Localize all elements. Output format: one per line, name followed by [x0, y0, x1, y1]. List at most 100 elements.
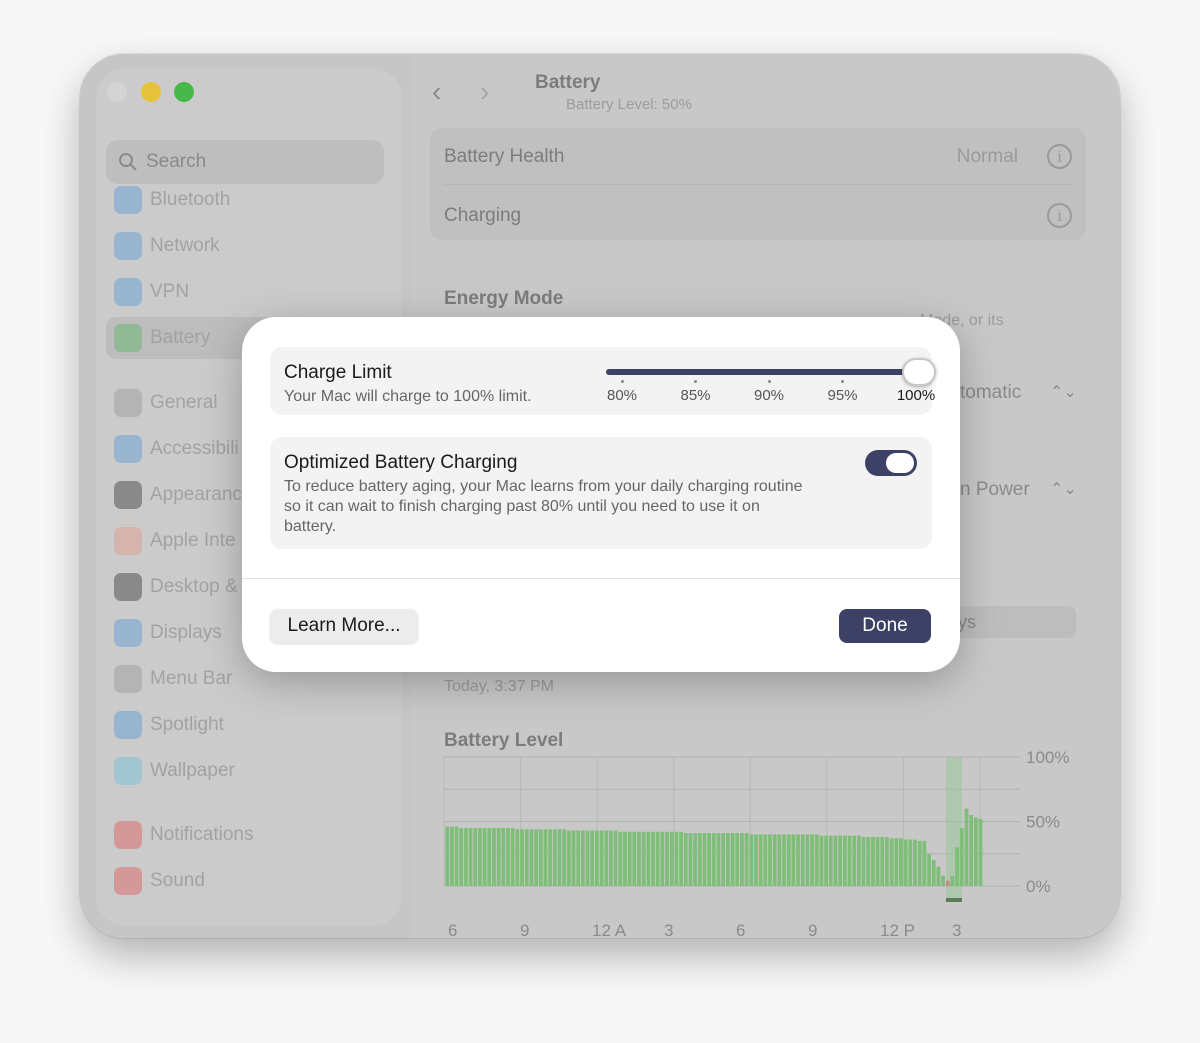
sidebar-item-network[interactable]: Network [106, 225, 380, 267]
chart-x-tick-label: 3 [664, 921, 673, 938]
slider-tick-label: 100% [896, 387, 936, 404]
done-button[interactable]: Done [839, 609, 931, 643]
chart-bar [487, 827, 492, 886]
chart-bar [814, 834, 819, 886]
chart-y-tick-label: 50% [1026, 813, 1060, 832]
chart-bar [842, 835, 847, 886]
chart-bar [501, 827, 506, 886]
chart-bar [585, 830, 590, 886]
maximize-button[interactable] [174, 82, 194, 102]
chart-bar [941, 875, 945, 886]
chart-x-tick-label: 12 A [592, 921, 627, 938]
chart-y-tick-label: 100% [1026, 748, 1069, 767]
chart-bar [796, 834, 800, 886]
slider-tick-mark [767, 380, 771, 383]
chart-bar [871, 836, 875, 886]
chart-bar [786, 834, 791, 886]
chart-bar [791, 834, 796, 886]
chart-bar [894, 838, 899, 886]
optimized-charging-title: Optimized Battery Charging [284, 452, 518, 473]
sidebar-item-label: Battery [150, 327, 211, 348]
sidebar-item-sound[interactable]: Sound [106, 860, 380, 902]
chart-bar [674, 831, 679, 886]
close-button[interactable] [107, 82, 127, 102]
minimize-button[interactable] [141, 82, 161, 102]
magnifier-icon [114, 711, 142, 739]
charge-limit-dialog: Charge Limit Your Mac will charge to 100… [242, 317, 960, 672]
dialog-divider [242, 578, 960, 579]
chart-bar [627, 831, 632, 886]
learn-more-button[interactable]: Learn More... [270, 609, 418, 643]
chart-bar [824, 835, 829, 886]
search-placeholder: Search [146, 151, 207, 172]
appearance-icon [114, 481, 142, 509]
chart-bar [580, 830, 585, 886]
chart-bar [669, 831, 674, 886]
sidebar-item-label: Network [150, 235, 220, 256]
optimized-desc-line-3: battery. [284, 518, 337, 535]
search-field[interactable]: Search [106, 140, 384, 184]
optimized-charging-toggle[interactable] [865, 450, 917, 476]
chart-bar [548, 829, 552, 886]
chart-bar [768, 834, 772, 886]
sidebar-item-spotlight[interactable]: Spotlight [106, 704, 380, 746]
sidebar-item-label: VPN [150, 281, 190, 302]
sidebar-item-notifications[interactable]: Notifications [106, 814, 380, 856]
sidebar-item-label: Desktop & [150, 576, 238, 597]
charge-limit-slider[interactable] [606, 369, 932, 375]
chart-x-tick-label: 6 [448, 921, 457, 938]
gear-icon [114, 389, 142, 417]
chart-bar [782, 834, 786, 886]
optimized-charging-card: Optimized Battery Charging To reduce bat… [270, 437, 932, 549]
chart-bar [646, 831, 651, 886]
sidebar-item-label: Notifications [150, 824, 254, 845]
chart-bar [520, 829, 524, 886]
chart-bar [885, 836, 889, 886]
chart-bar [641, 831, 646, 886]
slider-tick-mark [694, 380, 697, 383]
slider-tick-mark [841, 380, 844, 383]
chart-bar [576, 830, 581, 886]
chart-x-tick-label: 3 [952, 921, 961, 938]
chart-bar [880, 836, 885, 886]
chart-bar [618, 831, 623, 886]
optimized-desc-line-2: so it can wait to finish charging past 8… [284, 498, 760, 515]
accessibility-icon [114, 435, 142, 463]
chart-bar [763, 834, 768, 886]
chart-bar [454, 826, 459, 886]
sidebar-item-wallpaper[interactable]: Wallpaper [106, 750, 380, 792]
chart-bar [777, 834, 782, 886]
chart-bar [758, 834, 763, 886]
chart-bar [889, 838, 894, 886]
sidebar-item-vpn[interactable]: VPN [106, 271, 380, 313]
chart-bar [833, 835, 838, 886]
chart-bar [506, 827, 510, 886]
chart-x-tick-label: 9 [520, 921, 529, 938]
speaker-icon [114, 867, 142, 895]
chart-bar [978, 818, 983, 886]
chart-bar [950, 875, 955, 886]
chart-bar [604, 830, 609, 886]
sidebar-item-label: Accessibili [150, 438, 239, 459]
chart-bar [936, 866, 941, 886]
chart-bar [590, 830, 595, 886]
chart-bar [566, 830, 571, 886]
vpn-icon [114, 278, 142, 306]
chart-bar [861, 836, 866, 886]
sidebar-item-label: Sound [150, 870, 205, 891]
chart-bar [655, 831, 660, 886]
chart-bar [964, 808, 969, 886]
chart-bar [571, 830, 576, 886]
slider-knob[interactable] [902, 358, 936, 386]
sidebar-item-label: Appearanc [150, 484, 242, 505]
sidebar-item-label: Menu Bar [150, 668, 233, 689]
sidebar-item-bluetooth[interactable]: Bluetooth [106, 179, 380, 221]
chart-bar [917, 840, 922, 886]
chart-bar [534, 829, 538, 886]
chart-bar [805, 834, 810, 886]
optimized-desc-line-1: To reduce battery aging, your Mac learns… [284, 478, 803, 495]
slider-fill [606, 369, 932, 375]
chart-bar [908, 839, 913, 886]
chart-bar [754, 834, 758, 886]
chart-bar [660, 831, 665, 886]
